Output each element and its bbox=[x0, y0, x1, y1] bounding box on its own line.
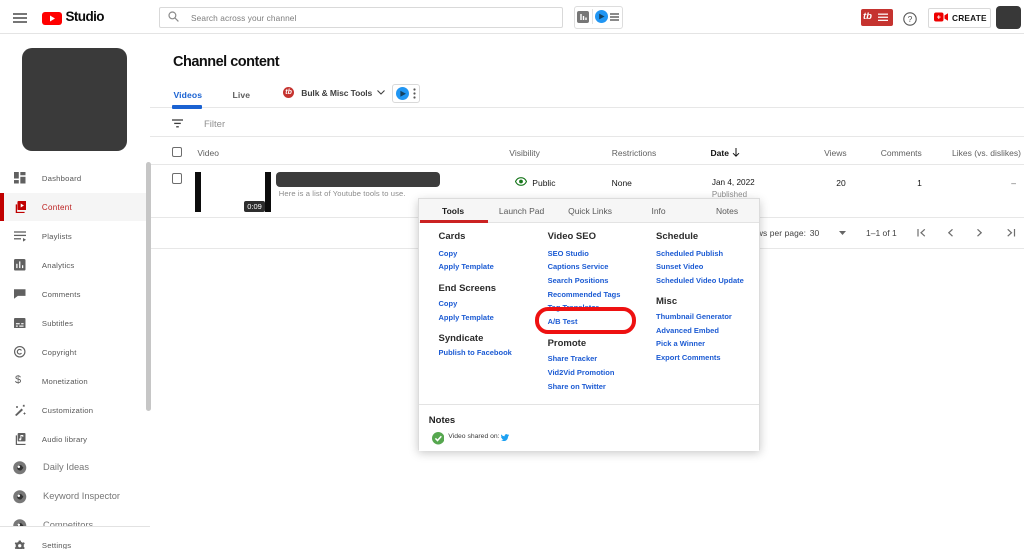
svg-text:+: + bbox=[937, 15, 941, 22]
svg-text:?: ? bbox=[908, 14, 913, 24]
